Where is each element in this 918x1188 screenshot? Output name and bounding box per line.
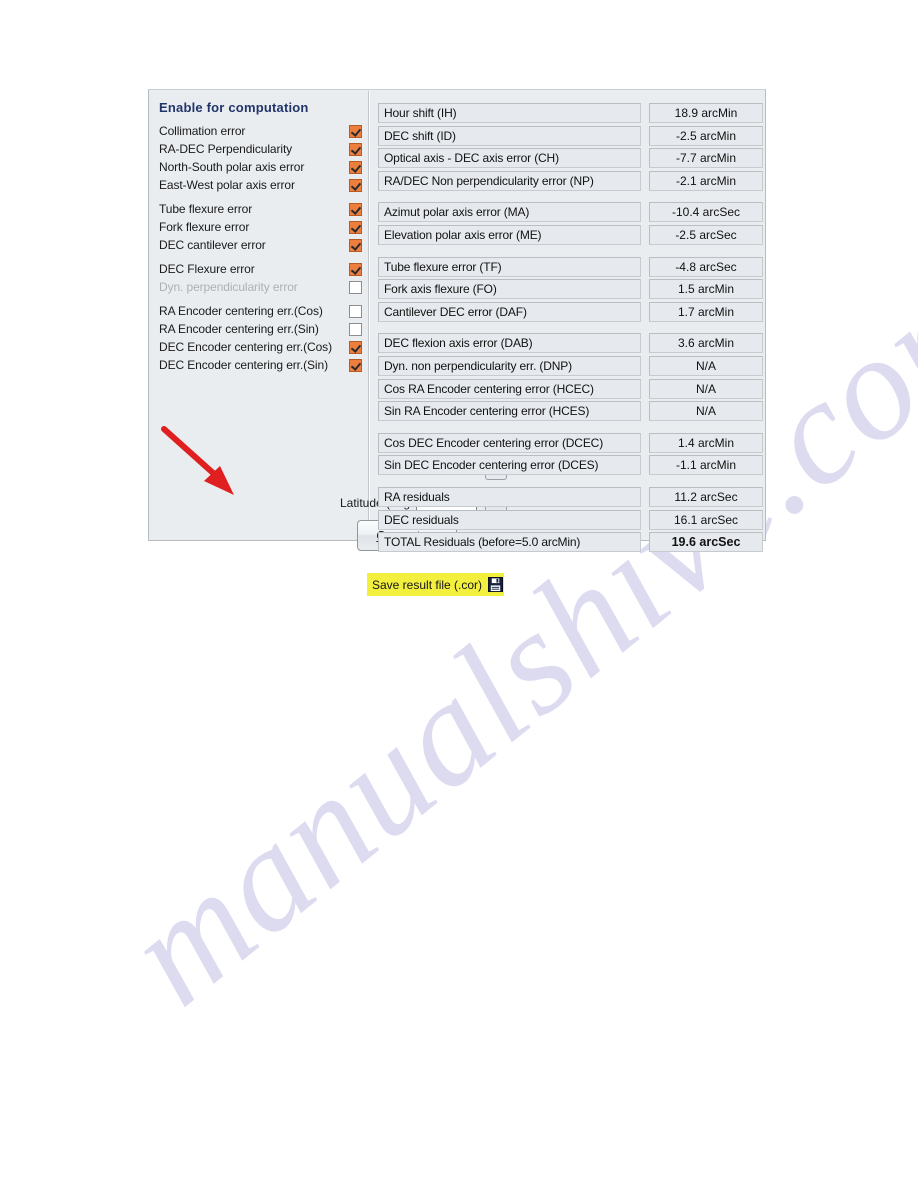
result-name: Cantilever DEC error (DAF) bbox=[378, 301, 641, 322]
result-name: RA residuals bbox=[378, 487, 641, 507]
checkbox-label: DEC Encoder centering err.(Sin) bbox=[159, 358, 328, 372]
checkbox-row[interactable]: DEC Flexure error bbox=[159, 260, 362, 278]
result-value: 16.1 arcSec bbox=[649, 509, 763, 530]
result-row: Cos RA Encoder centering error (HCEC) N/A bbox=[378, 378, 763, 399]
enable-for-computation-header: Enable for computation bbox=[159, 100, 309, 115]
result-name: DEC shift (ID) bbox=[378, 125, 641, 146]
result-name: Cos RA Encoder centering error (HCEC) bbox=[378, 378, 641, 399]
result-row: RA/DEC Non perpendicularity error (NP) -2… bbox=[378, 170, 763, 191]
result-value: 1.4 arcMin bbox=[649, 432, 763, 453]
result-value: 19.6 arcSec bbox=[649, 532, 763, 553]
result-row: Dyn. non perpendicularity err. (DNP) N/A bbox=[378, 356, 763, 376]
checkbox-label: DEC Encoder centering err.(Cos) bbox=[159, 340, 332, 354]
checkbox-row[interactable]: DEC Encoder centering err.(Cos) bbox=[159, 338, 362, 356]
checkbox-row[interactable]: DEC Encoder centering err.(Sin) bbox=[159, 356, 362, 374]
checkbox-checked-icon[interactable] bbox=[349, 262, 362, 276]
result-row: Elevation polar axis error (ME) -2.5 arcS… bbox=[378, 225, 763, 245]
result-row: Cos DEC Encoder centering error (DCEC) 1.… bbox=[378, 432, 763, 453]
checkbox-label: East-West polar axis error bbox=[159, 178, 295, 192]
checkbox-row[interactable]: RA Encoder centering err.(Cos) bbox=[159, 302, 362, 320]
result-name: TOTAL Residuals (before=5.0 arcMin) bbox=[378, 532, 641, 553]
checkbox-checked-icon[interactable] bbox=[349, 202, 362, 216]
checkbox-checked-icon[interactable] bbox=[349, 238, 362, 252]
checkbox-label: North-South polar axis error bbox=[159, 160, 305, 174]
result-name: Cos DEC Encoder centering error (DCEC) bbox=[378, 432, 641, 453]
result-row: DEC flexion axis error (DAB) 3.6 arcMin bbox=[378, 333, 763, 354]
result-row: Cantilever DEC error (DAF) 1.7 arcMin bbox=[378, 301, 763, 322]
checkbox-label: Collimation error bbox=[159, 124, 246, 138]
result-row: Sin RA Encoder centering error (HCES) N/A bbox=[378, 401, 763, 422]
save-result-file-label: Save result file (.cor) bbox=[372, 577, 483, 592]
checkbox-label: RA Encoder centering err.(Cos) bbox=[159, 304, 323, 318]
result-value: -2.5 arcSec bbox=[649, 225, 763, 245]
result-row: Tube flexure error (TF) -4.8 arcSec bbox=[378, 256, 763, 277]
result-name: Dyn. non perpendicularity err. (DNP) bbox=[378, 356, 641, 376]
result-value: -7.7 arcMin bbox=[649, 148, 763, 169]
result-value: N/A bbox=[649, 401, 763, 422]
result-row: Fork axis flexure (FO) 1.5 arcMin bbox=[378, 279, 763, 300]
result-value: 1.7 arcMin bbox=[649, 301, 763, 322]
result-row: DEC shift (ID) -2.5 arcMin bbox=[378, 125, 763, 146]
result-name: Hour shift (IH) bbox=[378, 103, 641, 123]
result-name: Fork axis flexure (FO) bbox=[378, 279, 641, 300]
result-value: -10.4 arcSec bbox=[649, 202, 763, 223]
checkbox-row[interactable]: Fork flexure error bbox=[159, 218, 362, 236]
checkbox-row[interactable]: DEC cantilever error bbox=[159, 236, 362, 254]
result-name: DEC residuals bbox=[378, 509, 641, 530]
checkbox-unchecked-icon[interactable] bbox=[349, 304, 362, 318]
checkbox-checked-icon[interactable] bbox=[349, 340, 362, 354]
result-row: Hour shift (IH) 18.9 arcMin bbox=[378, 103, 763, 123]
checkbox-label: Fork flexure error bbox=[159, 220, 250, 234]
result-value: 18.9 arcMin bbox=[649, 103, 763, 123]
checkbox-row[interactable]: RA-DEC Perpendicularity bbox=[159, 140, 362, 158]
result-row: Sin DEC Encoder centering error (DCES) -1… bbox=[378, 455, 763, 476]
result-name: Tube flexure error (TF) bbox=[378, 256, 641, 277]
floppy-disk-icon[interactable] bbox=[488, 577, 504, 592]
checkbox-unchecked-icon[interactable] bbox=[349, 280, 362, 294]
result-name: RA/DEC Non perpendicularity error (NP) bbox=[378, 170, 641, 191]
result-value: 11.2 arcSec bbox=[649, 487, 763, 507]
checkbox-checked-icon[interactable] bbox=[349, 178, 362, 192]
checkbox-row[interactable]: Dyn. perpendicularity error bbox=[159, 278, 362, 296]
result-value: 1.5 arcMin bbox=[649, 279, 763, 300]
save-result-file-row[interactable]: Save result file (.cor) bbox=[367, 573, 504, 596]
result-row: DEC residuals 16.1 arcSec bbox=[378, 509, 763, 530]
checkbox-checked-icon[interactable] bbox=[349, 142, 362, 156]
result-value: -2.5 arcMin bbox=[649, 125, 763, 146]
result-name: DEC flexion axis error (DAB) bbox=[378, 333, 641, 354]
annotation-arrow-icon bbox=[161, 426, 234, 495]
checkbox-unchecked-icon[interactable] bbox=[349, 322, 362, 336]
checkbox-label: RA Encoder centering err.(Sin) bbox=[159, 322, 319, 336]
checkbox-row[interactable]: North-South polar axis error bbox=[159, 158, 362, 176]
checkbox-row[interactable]: Collimation error bbox=[159, 122, 362, 140]
checkbox-row[interactable]: RA Encoder centering err.(Sin) bbox=[159, 320, 362, 338]
result-name: Elevation polar axis error (ME) bbox=[378, 225, 641, 245]
checkbox-checked-icon[interactable] bbox=[349, 358, 362, 372]
result-value: -4.8 arcSec bbox=[649, 256, 763, 277]
result-value: 3.6 arcMin bbox=[649, 333, 763, 354]
result-row: Azimut polar axis error (MA) -10.4 arcSec bbox=[378, 202, 763, 223]
result-row: Optical axis - DEC axis error (CH) -7.7 a… bbox=[378, 148, 763, 169]
checkbox-label: Tube flexure error bbox=[159, 202, 253, 216]
checkbox-row[interactable]: East-West polar axis error bbox=[159, 176, 362, 194]
result-value: N/A bbox=[649, 356, 763, 376]
result-name: Sin DEC Encoder centering error (DCES) bbox=[378, 455, 641, 476]
checkbox-label: DEC cantilever error bbox=[159, 238, 266, 252]
checkbox-checked-icon[interactable] bbox=[349, 160, 362, 174]
result-name: Sin RA Encoder centering error (HCES) bbox=[378, 401, 641, 422]
result-value: -2.1 arcMin bbox=[649, 170, 763, 191]
result-value: N/A bbox=[649, 378, 763, 399]
checkbox-label: DEC Flexure error bbox=[159, 262, 255, 276]
checkbox-label: Dyn. perpendicularity error bbox=[159, 280, 298, 294]
result-row: RA residuals 11.2 arcSec bbox=[378, 487, 763, 507]
result-name: Azimut polar axis error (MA) bbox=[378, 202, 641, 223]
result-name: Optical axis - DEC axis error (CH) bbox=[378, 148, 641, 169]
result-value: -1.1 arcMin bbox=[649, 455, 763, 476]
checkbox-checked-icon[interactable] bbox=[349, 220, 362, 234]
checkbox-checked-icon[interactable] bbox=[349, 124, 362, 138]
checkbox-row[interactable]: Tube flexure error bbox=[159, 200, 362, 218]
results-column: Hour shift (IH) 18.9 arcMin DEC shift (ID)… bbox=[370, 90, 767, 553]
checkbox-label: RA-DEC Perpendicularity bbox=[159, 142, 293, 156]
result-row: TOTAL Residuals (before=5.0 arcMin) 19.6 … bbox=[378, 532, 763, 553]
